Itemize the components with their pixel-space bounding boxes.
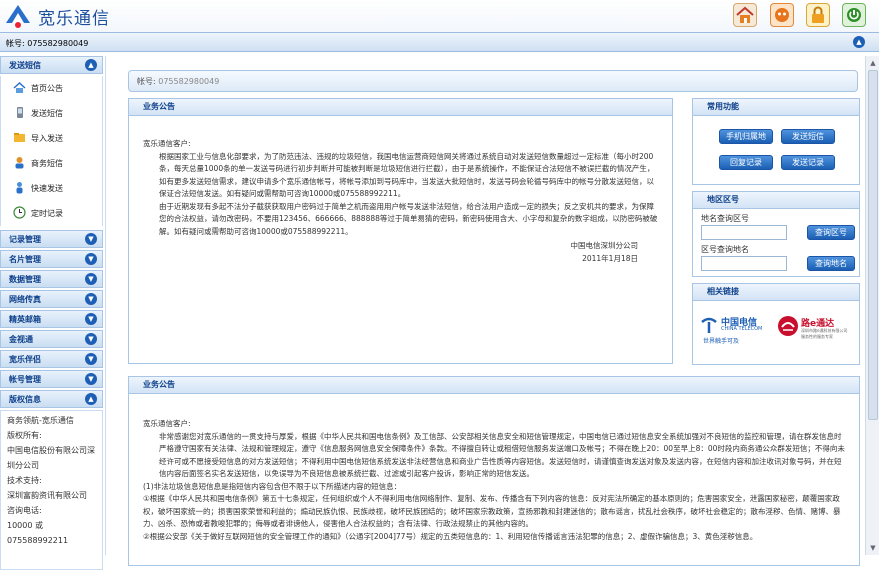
panel-title: 常用功能: [693, 99, 859, 116]
scroll-thumb[interactable]: [868, 70, 878, 420]
reply-records-button[interactable]: 回复记录: [719, 155, 773, 170]
notice-signature-company: 中国电信深圳分公司: [570, 241, 639, 250]
power-icon[interactable]: [842, 3, 866, 27]
china-telecom-link[interactable]: 中国电信 CHINA TELECOM 世界触手可及: [699, 314, 771, 348]
chevron-down-icon[interactable]: ▼: [85, 333, 97, 345]
user-icon: [15, 157, 24, 169]
functions-panel: 常用功能 手机归属地 发送短信 回复记录 发送记录: [692, 98, 860, 185]
chevron-down-icon[interactable]: ▼: [85, 293, 97, 305]
sidebar-section-partner[interactable]: 宽乐伴侣 ▼: [0, 350, 103, 368]
notice-paragraph: ②根据公安部《关于做好互联网短信的安全管理工作的通知》（公通字[2004]77号…: [143, 531, 758, 541]
panel-title: 相关链接: [693, 284, 859, 301]
copyright-info: 商务领航-宽乐通信 版权所有: 中国电信股份有限公司深圳分公司 技术支持: 深圳…: [0, 410, 103, 570]
chevron-down-icon[interactable]: ▼: [85, 233, 97, 245]
lock-icon[interactable]: [806, 3, 830, 27]
sidebar-section-elite-mail[interactable]: 精英邮箱 ▼: [0, 310, 103, 328]
sidebar-section-data-mgmt[interactable]: 数据管理 ▼: [0, 270, 103, 288]
main-content: 帐号: 075582980049 业务公告 宽乐通信客户: 根据国家工业与信息化…: [105, 56, 879, 566]
account-info-bar: 帐号: 075582980049: [128, 70, 858, 92]
chevron-down-icon[interactable]: ▼: [85, 273, 97, 285]
sidebar-item-timed-records[interactable]: 定时记录: [1, 201, 102, 226]
chevron-down-icon[interactable]: ▼: [85, 313, 97, 325]
app-logo-icon: [6, 5, 30, 28]
app-brand: 宽乐通信: [38, 9, 110, 29]
scroll-down-icon[interactable]: ▼: [868, 543, 878, 553]
scroll-up-icon[interactable]: ▲: [868, 58, 878, 68]
chevron-down-icon[interactable]: ▼: [85, 373, 97, 385]
house-icon: [13, 81, 26, 93]
notice-paragraph: ①根据《中华人民共和国电信条例》第五十七条规定，任何组织或个人不得利用电信网络制…: [143, 494, 841, 528]
sidebar-section-net-fax[interactable]: 网络传真 ▼: [0, 290, 103, 308]
phone-location-button[interactable]: 手机归属地: [719, 129, 773, 144]
submenu: 首页公告 发送短信 导入发送 商务短信 快速发送 定时记录: [0, 76, 103, 226]
sidebar-item-quick-send[interactable]: 快速发送: [1, 176, 102, 201]
send-sms-button[interactable]: 发送短信: [781, 129, 835, 144]
sidebar-section-send-sms[interactable]: 发送短信 ▲: [0, 56, 103, 74]
city-query-label: 地名查询区号: [701, 214, 749, 223]
account-bar: 帐号: 075582980049 ▲: [0, 32, 879, 52]
sidebar-section-record-mgmt[interactable]: 记录管理 ▼: [0, 230, 103, 248]
city-input[interactable]: [701, 225, 787, 240]
related-links-panel: 相关链接 中国电信 CHINA TELECOM 世界触手可及 路e通达 深圳市路…: [692, 283, 860, 365]
notice-greeting: 宽乐通信客户:: [143, 139, 191, 148]
sidebar-section-card-mgmt[interactable]: 名片管理 ▼: [0, 250, 103, 268]
collapse-top-icon[interactable]: ▲: [853, 36, 865, 48]
code-query-label: 区号查询地名: [701, 245, 749, 254]
sidebar-item-import-send[interactable]: 导入发送: [1, 126, 102, 151]
section-title: 发送短信: [9, 61, 41, 70]
notice-paragraph: 非常感谢您对宽乐通信的一贯支持与厚爱，根据《中华人民共和国电信条例》及工信部、公…: [159, 431, 845, 479]
code-input[interactable]: [701, 256, 787, 271]
notice-greeting: 宽乐通信客户:: [143, 419, 191, 428]
folder-icon: [14, 133, 25, 142]
notice-paragraph: 由于近期发现有多起不法分子截获获取用户密码过于简单之机而盗用用户帐号发送非法短信…: [159, 201, 658, 236]
clock-icon: [13, 206, 26, 219]
notice-paragraph: 根据国家工业与信息化部要求，为了防范违法、违规的垃圾短信，我国电信运营商短信网关…: [159, 151, 655, 199]
chevron-up-icon[interactable]: ▲: [85, 59, 97, 71]
top-header: 宽乐通信: [0, 0, 879, 32]
china-telecom-logo-icon: [701, 317, 717, 333]
chevron-up-icon[interactable]: ▲: [85, 393, 97, 405]
sidebar-section-gold-vision[interactable]: 金视通 ▼: [0, 330, 103, 348]
chevron-down-icon[interactable]: ▼: [85, 253, 97, 265]
notice-signature-date: 2011年1月18日: [582, 253, 638, 263]
vertical-scrollbar[interactable]: ▲ ▼: [865, 56, 879, 555]
assistant-icon[interactable]: [770, 3, 794, 27]
sidebar-item-business-sms[interactable]: 商务短信: [1, 151, 102, 176]
sidebar-item-send-sms[interactable]: 发送短信: [1, 101, 102, 126]
query-code-button[interactable]: 查询区号: [807, 225, 855, 240]
sidebar: 发送短信 ▲ 首页公告 发送短信 导入发送 商务短信 快速发送 定时记录 记录管…: [0, 56, 103, 570]
panel-title: 地区区号: [693, 192, 859, 209]
sidebar-item-home-notice[interactable]: 首页公告: [1, 76, 102, 101]
notice-panel-1: 业务公告 宽乐通信客户: 根据国家工业与信息化部要求，为了防范违法、违规的垃圾短…: [128, 98, 673, 364]
sidebar-section-account-mgmt[interactable]: 帐号管理 ▼: [0, 370, 103, 388]
home-icon[interactable]: [733, 3, 757, 27]
notice-paragraph: (1)非法垃圾信息短信息是指短信内容包含但不限于以下所描述内容的短信息：: [143, 481, 402, 491]
lu-tongda-logo-icon: [778, 316, 798, 336]
chevron-down-icon[interactable]: ▼: [85, 353, 97, 365]
area-code-panel: 地区区号 地名查询区号 查询区号 区号查询地名 查询地名: [692, 191, 860, 277]
sidebar-section-copyright[interactable]: 版权信息 ▲: [0, 390, 103, 408]
lu-tongda-link[interactable]: 路e通达 深圳市路e通科技有限公司 服务性的服务专家: [777, 314, 857, 348]
query-city-button[interactable]: 查询地名: [807, 256, 855, 271]
phone-icon: [17, 107, 23, 118]
send-records-button[interactable]: 发送记录: [781, 155, 835, 170]
notice-panel-2: 业务公告 宽乐通信客户: 非常感谢您对宽乐通信的一贯支持与厚爱，根据《中华人民共…: [128, 376, 860, 566]
person-icon: [16, 182, 23, 194]
panel-title: 业务公告: [129, 99, 672, 116]
account-label: 帐号: 075582980049: [6, 39, 89, 48]
panel-title: 业务公告: [129, 377, 859, 394]
